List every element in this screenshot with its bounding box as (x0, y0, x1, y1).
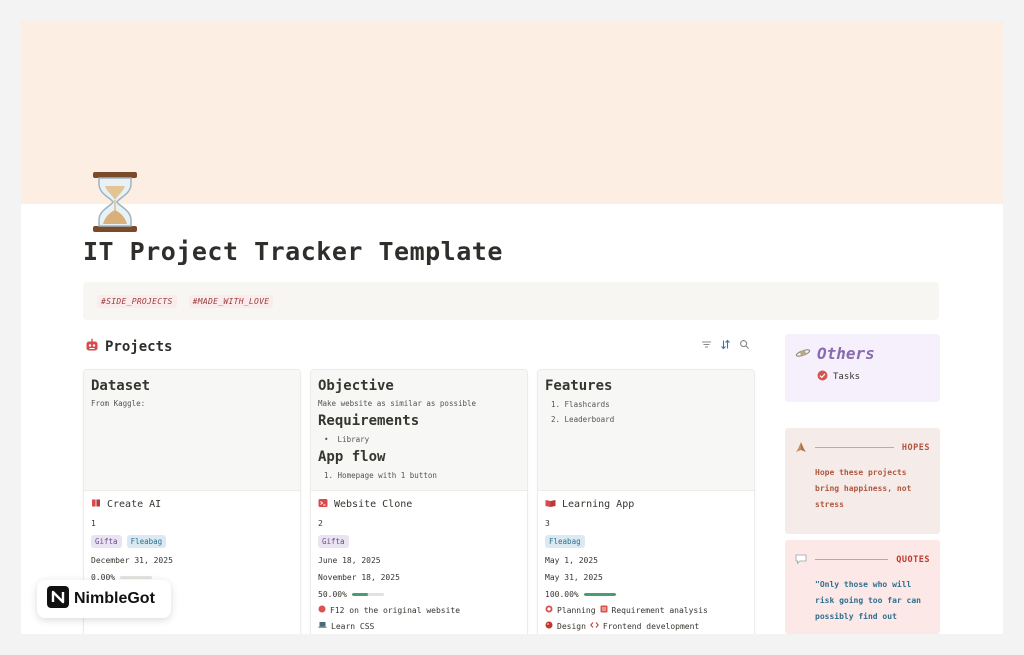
project-date: December 31, 2025 (91, 556, 173, 565)
relation-item[interactable]: Learn CSS (318, 621, 520, 631)
card-cover: Objective Make website as similar as pos… (311, 370, 527, 491)
relation-row: Design Frontend development (545, 621, 747, 631)
tag-callout: #SIDE_PROJECTS #MADE_WITH_LOVE (83, 282, 939, 320)
cover-text: Make website as similar as possible (318, 399, 477, 408)
project-name: Learning App (562, 499, 635, 510)
hopes-label: HOPES (901, 442, 930, 453)
speech-bubble-icon (795, 550, 807, 569)
person-tag: Gifta (91, 535, 122, 548)
badge-label: NimbleGot (74, 590, 155, 607)
terminal-icon (318, 498, 328, 511)
cover-numbered: 2. Leaderboard (551, 415, 615, 424)
others-panel: Others Tasks (785, 334, 940, 402)
open-book-icon (545, 498, 556, 511)
card-cover: Features 1. Flashcards 2. Leaderboard (538, 370, 754, 491)
card-title: Create AI (91, 498, 293, 511)
progress-label: 50.00% (318, 590, 347, 599)
relation-row: Planning Requirement analysis (545, 605, 747, 615)
projects-header: Projects (85, 337, 172, 356)
people-tags: Fleabag (545, 535, 747, 548)
cover-heading: Features (545, 378, 613, 394)
projects-title[interactable]: Projects (105, 339, 172, 355)
cover-heading: Objective (318, 378, 394, 394)
relation-label[interactable]: Requirement analysis (612, 606, 708, 615)
quotes-text: "Only those who will risk going too far … (815, 580, 921, 621)
cover-heading: Dataset (91, 378, 151, 394)
tag-made-with-love[interactable]: #MADE_WITH_LOVE (188, 294, 274, 308)
robot-icon (85, 337, 99, 356)
project-card-learning-app[interactable]: Features 1. Flashcards 2. Leaderboard Le… (537, 369, 755, 634)
quotes-label: QUOTES (896, 554, 930, 565)
progress-bar (120, 576, 153, 579)
person-tag: Gifta (318, 535, 349, 548)
nimblegot-logo-icon (47, 586, 69, 612)
hopes-text: Hope these projects bring happiness, not… (815, 468, 912, 509)
page-title: IT Project Tracker Template (83, 237, 503, 266)
filter-icon[interactable] (701, 339, 712, 350)
cover-numbered: 1. Homepage with 1 button (324, 471, 437, 480)
progress-row: 100.00% (545, 590, 747, 599)
cover-bullet: • Library (324, 435, 370, 444)
progress-label: 100.00% (545, 590, 579, 599)
person-tag: Fleabag (545, 535, 585, 548)
code-icon (590, 621, 599, 631)
person-tag: Fleabag (126, 535, 167, 548)
divider-line (815, 559, 889, 560)
project-number: 2 (318, 519, 323, 528)
check-circle-icon (817, 370, 828, 384)
others-item-label: Tasks (833, 372, 861, 382)
hopes-header: HOPES (795, 438, 930, 457)
progress-row: 50.00% (318, 590, 520, 599)
search-icon[interactable] (739, 339, 750, 350)
cover-numbered: 1. Flashcards (551, 400, 610, 409)
praying-hands-icon (795, 438, 807, 457)
progress-bar (583, 593, 616, 596)
relation-label[interactable]: Planning (557, 606, 596, 615)
project-start-date: June 18, 2025 (318, 556, 381, 565)
red-circle-icon (318, 605, 326, 615)
people-tags: Gifta (318, 535, 520, 548)
relation-item[interactable]: F12 on the original website (318, 605, 520, 615)
project-card-website-clone[interactable]: Objective Make website as similar as pos… (310, 369, 528, 634)
sort-icon[interactable] (720, 339, 731, 350)
people-tags: Gifta Fleabag (91, 535, 293, 548)
project-end-date: November 18, 2025 (318, 573, 400, 582)
view-toolbar (701, 339, 750, 350)
laptop-icon (318, 621, 327, 631)
nimblegot-badge[interactable]: NimbleGot (37, 580, 171, 618)
project-number: 3 (545, 519, 550, 528)
cover-heading: Requirements (318, 413, 420, 429)
target-icon (545, 605, 553, 615)
card-title: Website Clone (318, 498, 520, 511)
project-name: Website Clone (334, 499, 413, 510)
others-header: Others (795, 344, 930, 363)
cover-heading: App flow (318, 449, 386, 465)
hourglass-icon[interactable] (87, 170, 143, 234)
others-link-tasks[interactable]: Tasks (817, 370, 930, 384)
cover-text: From Kaggle: (91, 399, 146, 408)
others-title: Others (817, 344, 875, 363)
planet-icon (795, 344, 811, 363)
divider-line (815, 447, 894, 448)
relation-label[interactable]: Frontend development (603, 622, 699, 631)
checklist-icon (600, 605, 608, 615)
relation-label[interactable]: Design (557, 622, 586, 631)
project-number: 1 (91, 519, 96, 528)
card-title: Learning App (545, 498, 747, 511)
palette-icon (545, 621, 553, 631)
project-name: Create AI (107, 499, 162, 510)
page-cover[interactable] (21, 21, 1003, 204)
card-cover: Dataset From Kaggle: (84, 370, 300, 491)
book-icon (91, 498, 101, 511)
quotes-callout: QUOTES "Only those who will risk going t… (785, 540, 940, 634)
quotes-header: QUOTES (795, 550, 930, 569)
page-frame: IT Project Tracker Template #SIDE_PROJEC… (21, 21, 1003, 634)
relation-label: Learn CSS (331, 621, 375, 631)
project-end-date: May 31, 2025 (545, 573, 603, 582)
progress-bar (351, 593, 384, 596)
project-start-date: May 1, 2025 (545, 556, 598, 565)
relation-label: F12 on the original website (330, 605, 461, 615)
hopes-callout: HOPES Hope these projects bring happines… (785, 428, 940, 534)
tag-side-projects[interactable]: #SIDE_PROJECTS (97, 294, 177, 308)
